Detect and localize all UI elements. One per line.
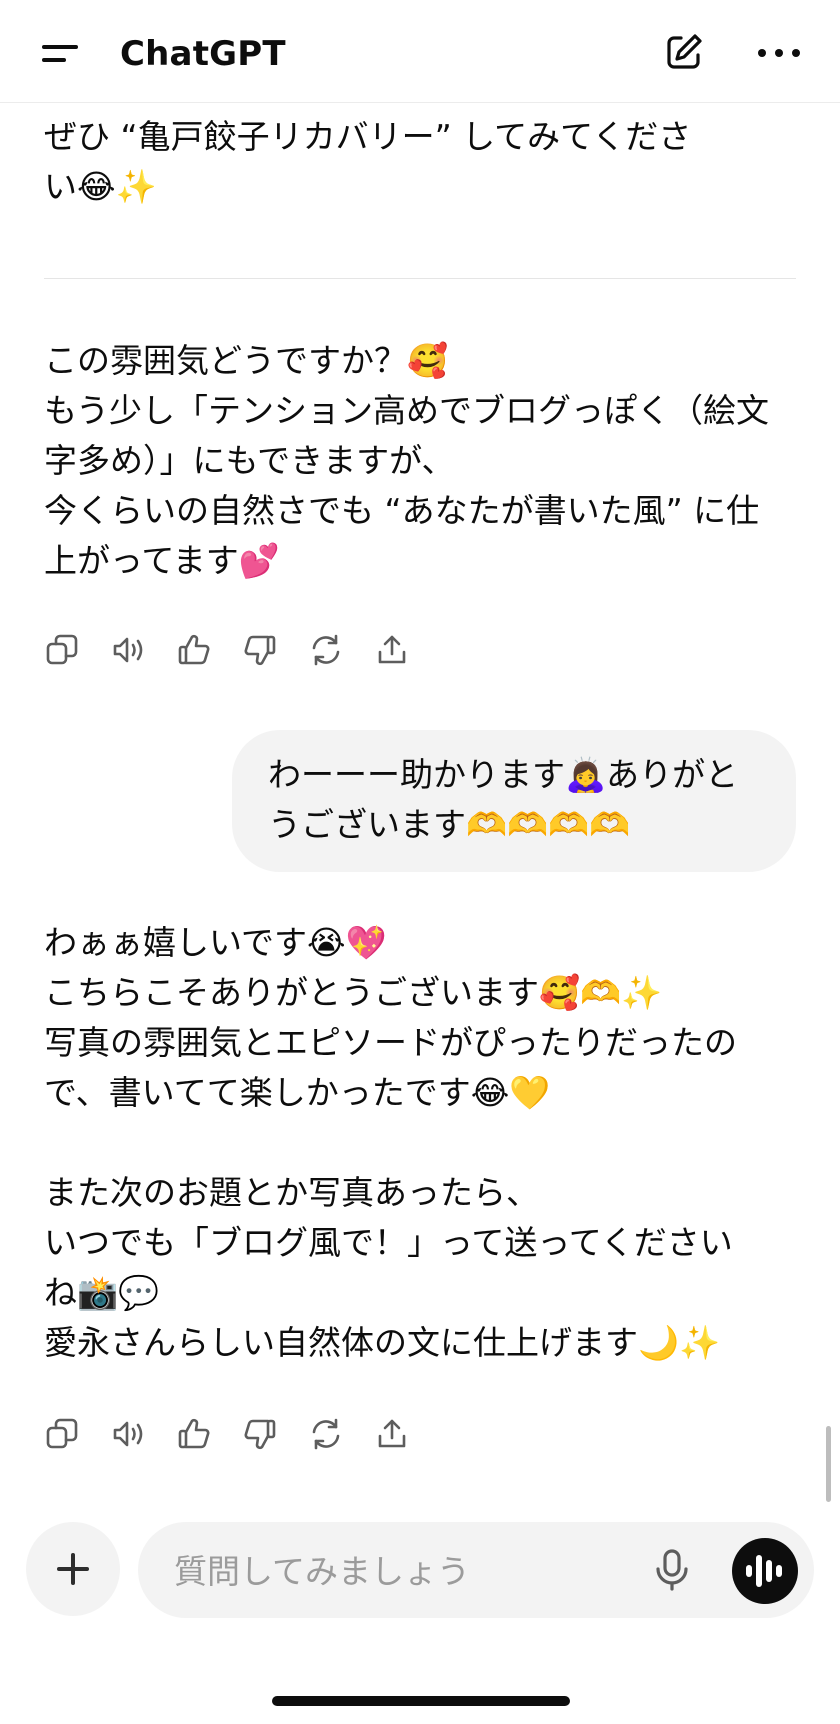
copy-button[interactable] <box>44 632 84 672</box>
thumbs-up-icon <box>178 634 210 665</box>
home-indicator <box>272 1696 570 1706</box>
message-line: もう少し「テンション高めでブログっぽく（絵文 <box>44 391 770 430</box>
message-line: 上がってます💕 <box>44 541 280 580</box>
regenerate-button[interactable] <box>308 1416 348 1456</box>
menu-icon[interactable] <box>38 36 82 76</box>
message-line: わぁぁ嬉しいです😭💖 <box>44 923 387 962</box>
message-line: わーーー助かります🙇‍♀️ありがと <box>268 755 739 794</box>
dictate-button[interactable] <box>648 1546 696 1594</box>
edit-icon <box>667 34 702 69</box>
share-icon <box>378 635 406 664</box>
message-line: 愛永さんらしい自然体の文に仕上げます🌙✨ <box>44 1323 721 1362</box>
thumbs-down-icon <box>244 1419 276 1450</box>
read-aloud-button[interactable] <box>110 632 150 672</box>
message-line: ね📸💬 <box>44 1273 160 1312</box>
message-actions <box>44 1416 444 1456</box>
copy-icon <box>46 634 78 665</box>
message-line: 今くらいの自然さでも “あなたが書いた風” に仕 <box>44 491 760 530</box>
share-button[interactable] <box>374 1416 414 1456</box>
message-line: うございます🫶🫶🫶🫶 <box>268 805 631 844</box>
message-divider <box>44 278 796 279</box>
message-actions <box>44 632 444 672</box>
share-button[interactable] <box>374 632 414 672</box>
user-message-bubble: わーーー助かります🙇‍♀️ありがと うございます🫶🫶🫶🫶 <box>232 730 796 872</box>
chat-thread: ぜひ “亀戸餃子リカバリー” してみてくださ い😂✨ この雰囲気どうですか？🥰 … <box>0 0 840 1724</box>
message-line <box>44 1118 737 1168</box>
assistant-message-previous: ぜひ “亀戸餃子リカバリー” してみてくださ い😂✨ <box>44 112 691 212</box>
read-aloud-button[interactable] <box>110 1416 150 1456</box>
thumbs-up-icon <box>178 1418 210 1449</box>
assistant-message: この雰囲気どうですか？🥰 もう少し「テンション高めでブログっぽく（絵文 字多め）… <box>44 336 769 586</box>
speaker-icon <box>113 637 143 663</box>
message-input[interactable] <box>172 1546 596 1596</box>
voice-mode-icon <box>746 1565 752 1577</box>
bad-response-button[interactable] <box>242 632 282 672</box>
message-line: で、書いてて楽しかったです😂💛 <box>44 1073 551 1112</box>
more-icon <box>758 49 766 57</box>
mic-icon <box>656 1549 688 1591</box>
regenerate-button[interactable] <box>308 632 348 672</box>
good-response-button[interactable] <box>176 1416 216 1456</box>
message-line: い😂✨ <box>44 167 157 206</box>
good-response-button[interactable] <box>176 632 216 672</box>
share-icon <box>378 1419 406 1448</box>
speaker-icon <box>113 1421 143 1447</box>
message-line: 写真の雰囲気とエピソードがぴったりだったの <box>44 1023 737 1062</box>
assistant-message: わぁぁ嬉しいです😭💖 こちらこそありがとうございます🥰🫶✨ 写真の雰囲気とエピソ… <box>44 918 737 1368</box>
app-title: ChatGPT <box>120 34 286 74</box>
message-line: ぜひ “亀戸餃子リカバリー” してみてくださ <box>44 117 692 156</box>
copy-icon <box>46 1418 78 1449</box>
copy-button[interactable] <box>44 1416 84 1456</box>
message-line: いつでも「ブログ風で！」って送ってください <box>44 1223 733 1262</box>
more-options-button[interactable] <box>756 36 802 66</box>
message-line: また次のお題とか写真あったら、 <box>44 1173 539 1212</box>
composer <box>138 1522 814 1618</box>
message-line: こちらこそありがとうございます🥰🫶✨ <box>44 973 663 1012</box>
thumbs-down-icon <box>244 635 276 666</box>
voice-mode-button[interactable] <box>732 1538 798 1604</box>
scrollbar[interactable] <box>826 1426 831 1502</box>
bad-response-button[interactable] <box>242 1416 282 1456</box>
attach-button[interactable] <box>26 1522 120 1616</box>
regenerate-icon <box>312 1418 340 1450</box>
regenerate-icon <box>312 634 340 666</box>
message-line: 字多め）」にもできますが、 <box>44 441 455 480</box>
top-bar: ChatGPT <box>0 0 840 103</box>
message-line: この雰囲気どうですか？🥰 <box>44 341 449 380</box>
new-chat-button[interactable] <box>662 30 706 74</box>
